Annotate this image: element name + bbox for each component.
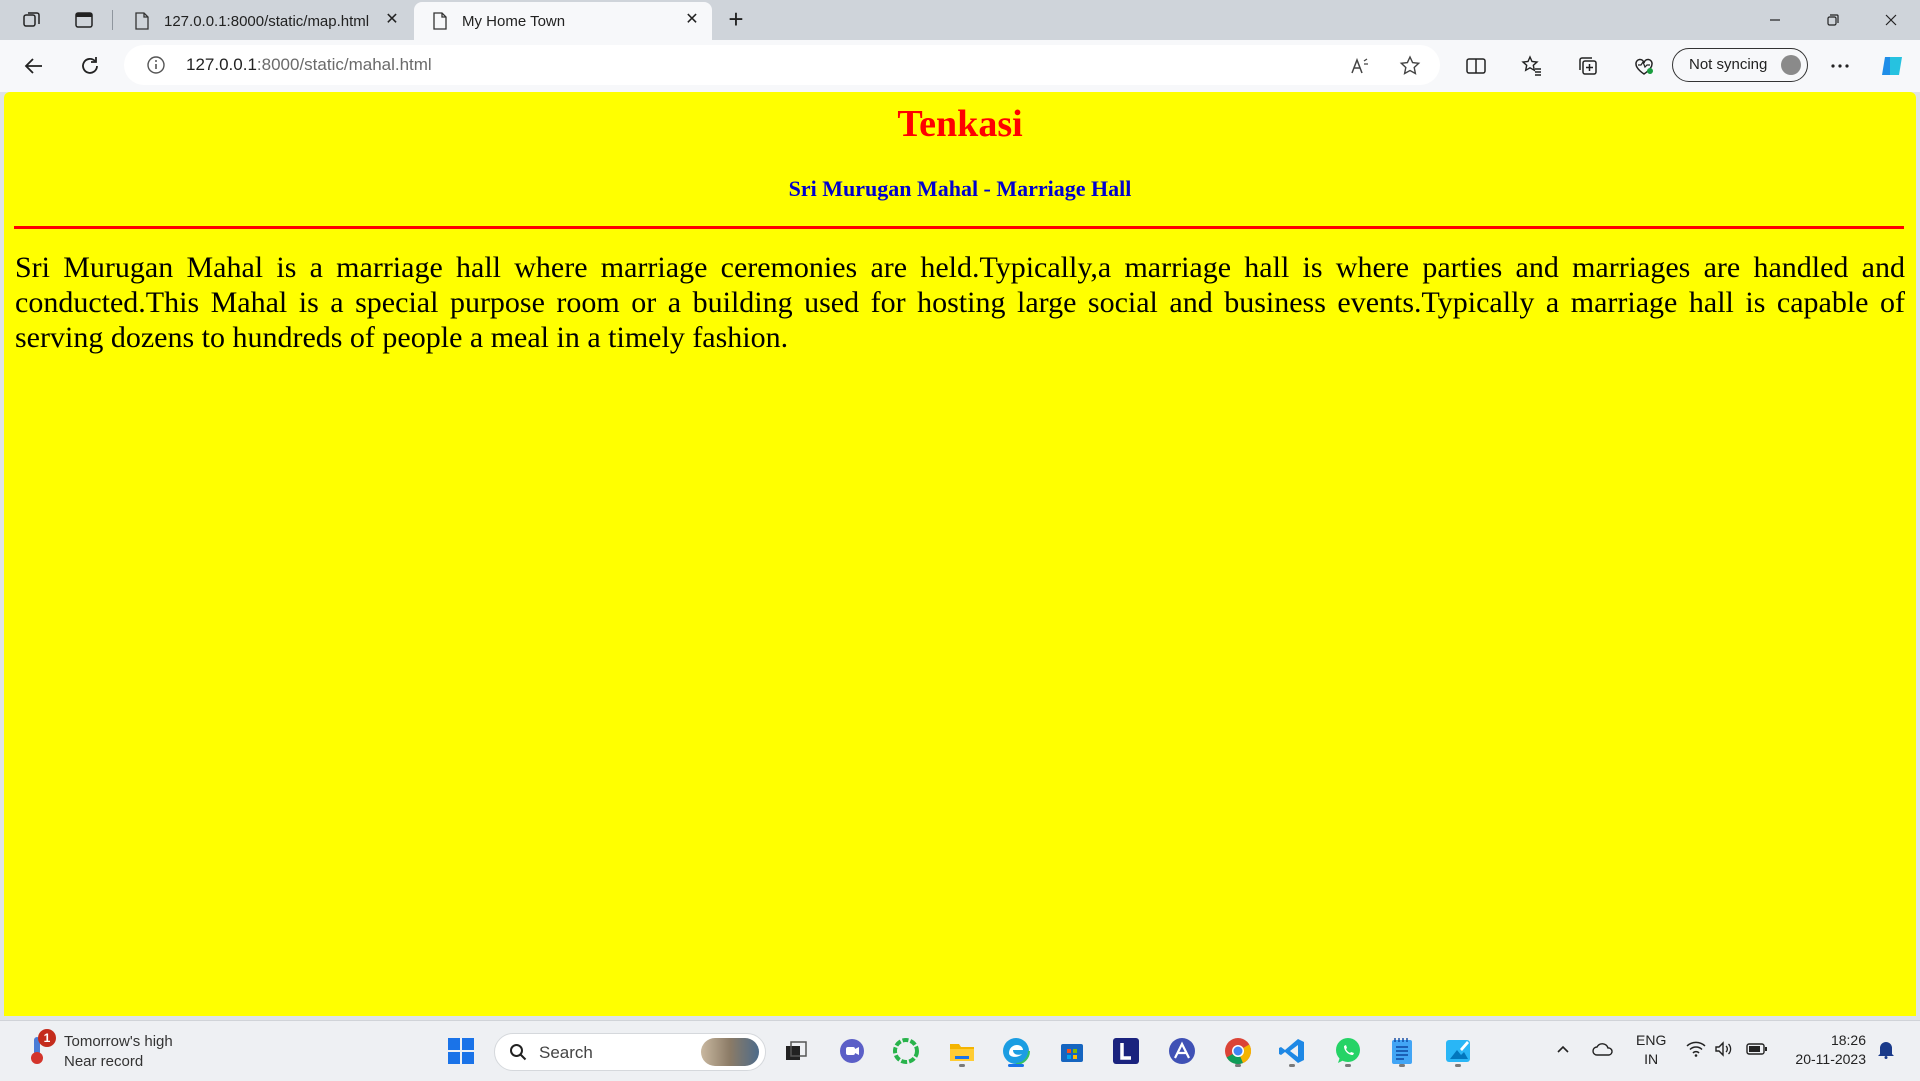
browser-essentials-icon[interactable]	[1630, 52, 1658, 80]
running-indicator	[1289, 1064, 1295, 1067]
collections-icon[interactable]	[1574, 52, 1602, 80]
site-info-icon[interactable]	[146, 55, 166, 75]
refresh-button[interactable]	[76, 52, 104, 80]
notification-badge: 1	[38, 1029, 56, 1047]
tab-actions-icon[interactable]	[72, 8, 96, 32]
favorites-icon[interactable]	[1518, 52, 1546, 80]
whatsapp-icon[interactable]	[1330, 1033, 1366, 1069]
new-tab-button[interactable]: +	[722, 6, 750, 34]
active-indicator	[1008, 1064, 1024, 1067]
url-text[interactable]: 127.0.0.1:8000/static/mahal.html	[186, 55, 432, 75]
language-indicator[interactable]: ENG IN	[1636, 1031, 1666, 1069]
battery-icon[interactable]	[1744, 1037, 1770, 1061]
running-indicator	[959, 1064, 965, 1067]
tab-label: My Home Town	[462, 12, 566, 30]
close-tab-icon[interactable]: ✕	[384, 12, 400, 28]
url-path: :8000/static/mahal.html	[256, 55, 432, 74]
taskbar-search[interactable]: Search	[494, 1033, 766, 1071]
volume-icon[interactable]	[1712, 1037, 1736, 1061]
taskbar: 1 Tomorrow's high Near record Search ENG…	[0, 1020, 1920, 1081]
running-indicator	[1455, 1064, 1461, 1067]
tab-label: 127.0.0.1:8000/static/map.html	[164, 12, 370, 30]
running-indicator	[1235, 1064, 1241, 1067]
weather-line-2: Near record	[64, 1053, 144, 1070]
sync-label: Not syncing	[1689, 56, 1768, 73]
edge-icon[interactable]	[998, 1033, 1034, 1069]
profile-sync-button[interactable]: Not syncing	[1672, 48, 1808, 82]
running-indicator	[1399, 1064, 1405, 1067]
split-screen-icon[interactable]	[1462, 52, 1490, 80]
language-line-2: IN	[1644, 1051, 1659, 1067]
workspaces-icon[interactable]	[20, 8, 44, 32]
search-label: Search	[539, 1043, 593, 1062]
arc-icon[interactable]	[1164, 1033, 1200, 1069]
page-title: Tenkasi	[897, 103, 1023, 145]
minimize-button[interactable]	[1752, 6, 1798, 34]
task-view-icon[interactable]	[778, 1033, 814, 1069]
file-explorer-icon[interactable]	[944, 1033, 980, 1069]
browser-toolbar: 127.0.0.1:8000/static/mahal.html Not syn…	[0, 40, 1920, 92]
url-host: 127.0.0.1	[186, 55, 257, 74]
address-bar[interactable]: 127.0.0.1:8000/static/mahal.html	[124, 45, 1440, 85]
weather-line-1: Tomorrow's high	[64, 1033, 173, 1050]
tab-separator	[112, 10, 113, 30]
chrome-icon[interactable]	[1220, 1033, 1256, 1069]
close-tab-icon[interactable]: ✕	[684, 12, 700, 28]
tab-my-home-town[interactable]: My Home Town ✕	[414, 2, 712, 40]
notification-bell-icon[interactable]	[1874, 1037, 1898, 1061]
onedrive-icon[interactable]	[1590, 1037, 1616, 1061]
restore-button[interactable]	[1810, 6, 1856, 34]
page-paragraph: Sri Murugan Mahal is a marriage hall whe…	[15, 251, 1905, 354]
paint-icon[interactable]	[1440, 1033, 1476, 1069]
more-options-icon[interactable]	[1826, 52, 1854, 80]
page-viewport: Tenkasi Sri Murugan Mahal - Marriage Hal…	[4, 92, 1916, 1016]
wifi-icon[interactable]	[1684, 1037, 1708, 1061]
taskbar-clock[interactable]: 18:26 20-11-2023	[1788, 1031, 1866, 1069]
tab-map[interactable]: 127.0.0.1:8000/static/map.html ✕	[116, 2, 412, 40]
start-icon[interactable]	[443, 1033, 479, 1069]
horizontal-rule	[14, 226, 1904, 229]
page-icon	[135, 12, 149, 30]
read-aloud-icon[interactable]	[1348, 54, 1372, 78]
search-icon	[510, 1044, 527, 1061]
copilot-icon[interactable]	[888, 1033, 924, 1069]
tab-strip: 127.0.0.1:8000/static/map.html ✕ My Home…	[0, 0, 1920, 40]
avatar	[1781, 55, 1801, 75]
search-highlight-image	[701, 1038, 759, 1066]
language-line-1: ENG	[1636, 1032, 1667, 1048]
running-indicator	[1345, 1064, 1351, 1067]
page-icon	[433, 12, 447, 30]
weather-widget[interactable]: 1 Tomorrow's high Near record	[24, 1029, 214, 1073]
notepad-icon[interactable]	[1384, 1033, 1420, 1069]
teams-icon[interactable]	[834, 1033, 870, 1069]
clock-time: 18:26	[1830, 1032, 1866, 1048]
chevron-up-icon[interactable]	[1552, 1037, 1574, 1061]
store-icon[interactable]	[1054, 1033, 1090, 1069]
favorite-star-icon[interactable]	[1398, 54, 1422, 78]
back-button[interactable]	[20, 52, 48, 80]
close-window-button[interactable]	[1868, 6, 1914, 34]
clock-date: 20-11-2023	[1795, 1051, 1866, 1067]
copilot-icon[interactable]	[1878, 52, 1906, 80]
vscode-icon[interactable]	[1274, 1033, 1310, 1069]
l-app-icon[interactable]	[1108, 1033, 1144, 1069]
page-subtitle: Sri Murugan Mahal - Marriage Hall	[788, 176, 1132, 201]
